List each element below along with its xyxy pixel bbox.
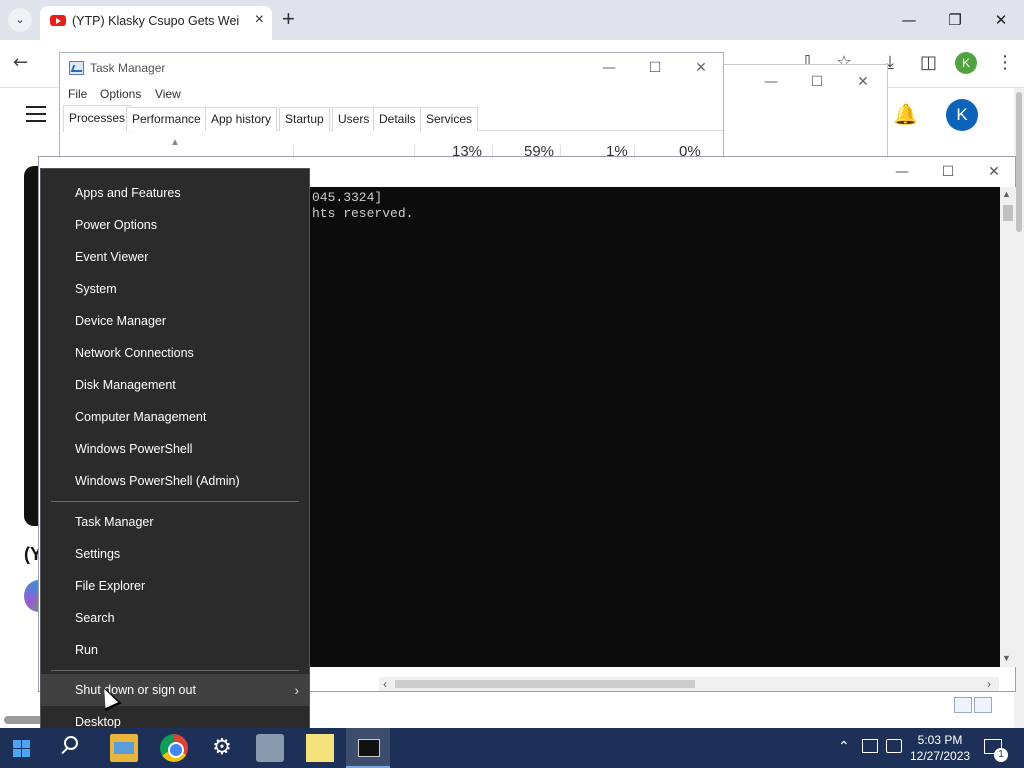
notifications-bell-icon[interactable]: 🔔	[893, 102, 918, 127]
tiles-view-icon[interactable]	[974, 697, 992, 713]
device-manager-icon[interactable]	[256, 734, 284, 762]
background-window: — ☐ ✕	[722, 64, 888, 160]
browser-tab[interactable]: (YTP) Klasky Csupo Gets Weirder ×	[40, 6, 272, 40]
clock-date: 12/27/2023	[910, 749, 971, 763]
notification-count-badge: 1	[994, 748, 1008, 762]
scrollbar-thumb[interactable]	[395, 680, 695, 688]
network-icon[interactable]	[862, 739, 878, 753]
menu-item-run[interactable]: Run	[41, 634, 309, 666]
show-hidden-icons-chevron-icon[interactable]: ⌃	[838, 738, 850, 755]
tab-details[interactable]: Details	[373, 107, 422, 131]
file-explorer-icon[interactable]	[110, 734, 138, 762]
tab-performance[interactable]: Performance	[126, 107, 207, 131]
horizontal-scrollbar[interactable]: ‹ ›	[379, 677, 999, 691]
maximize-button[interactable]: ☐	[794, 69, 840, 95]
scrollbar-thumb[interactable]	[1003, 205, 1013, 221]
menu-item-search[interactable]: Search	[41, 602, 309, 634]
horizontal-scrollbar[interactable]	[4, 716, 44, 724]
menu-item-power-options[interactable]: Power Options	[41, 209, 309, 241]
tab-startup[interactable]: Startup	[279, 107, 330, 131]
youtube-avatar[interactable]: K	[946, 99, 978, 131]
maximize-button[interactable]: ☐	[632, 55, 678, 81]
console-scrollbar[interactable]: ▲ ▼	[1000, 187, 1016, 667]
browser-tab-bar: ⌄ (YTP) Klasky Csupo Gets Weirder × + — …	[0, 0, 1024, 40]
tab-users[interactable]: Users	[332, 107, 376, 131]
task-manager-titlebar[interactable]: Task Manager — ☐ ✕	[60, 53, 723, 83]
winx-context-menu: Apps and Features Power Options Event Vi…	[40, 168, 310, 746]
menu-item-shut-down-or-sign-out[interactable]: Shut down or sign out ›	[41, 674, 309, 706]
command-prompt-taskbar-icon[interactable]	[346, 728, 390, 768]
more-menu-icon[interactable]: ⋮	[996, 52, 1014, 73]
task-manager-window: Task Manager — ☐ ✕ File Options View Pro…	[59, 52, 724, 161]
side-panel-icon[interactable]: ◫	[920, 52, 937, 73]
scroll-right-arrow-icon[interactable]: ›	[987, 677, 991, 691]
submenu-arrow-icon: ›	[294, 682, 299, 698]
clock-time: 5:03 PM	[917, 733, 963, 747]
menu-item-windows-powershell[interactable]: Windows PowerShell	[41, 433, 309, 465]
menu-item-event-viewer[interactable]: Event Viewer	[41, 241, 309, 273]
profile-avatar[interactable]: K	[955, 52, 977, 74]
maximize-button[interactable]: ☐	[925, 159, 971, 185]
minimize-button[interactable]: —	[586, 55, 632, 81]
chrome-icon[interactable]	[160, 734, 188, 762]
menu-item-disk-management[interactable]: Disk Management	[41, 369, 309, 401]
menu-options[interactable]: Options	[100, 87, 141, 101]
scroll-up-arrow-icon[interactable]: ▲	[1002, 189, 1011, 199]
new-tab-button[interactable]: +	[282, 6, 295, 32]
console-line: 045.3324]	[312, 190, 383, 205]
notepad-icon[interactable]	[306, 734, 334, 762]
minimize-button[interactable]: —	[886, 4, 932, 36]
start-windows-icon[interactable]	[13, 740, 30, 757]
close-tab-icon[interactable]: ×	[255, 11, 264, 29]
menu-file[interactable]: File	[68, 87, 87, 101]
menu-item-computer-management[interactable]: Computer Management	[41, 401, 309, 433]
youtube-favicon-icon	[50, 15, 66, 26]
menu-item-system[interactable]: System	[41, 273, 309, 305]
search-icon[interactable]	[58, 734, 86, 762]
console-line: hts reserved.	[312, 206, 414, 221]
menu-bar: File Options View	[60, 83, 723, 105]
close-button[interactable]: ✕	[971, 159, 1017, 185]
menu-view[interactable]: View	[155, 87, 181, 101]
menu-item-device-manager[interactable]: Device Manager	[41, 305, 309, 337]
menu-item-apps-and-features[interactable]: Apps and Features	[41, 177, 309, 209]
tab-app-history[interactable]: App history	[205, 107, 278, 131]
minimize-button[interactable]: —	[879, 159, 925, 185]
tab-search-chevron-icon[interactable]: ⌄	[8, 8, 32, 32]
menu-separator	[51, 670, 299, 671]
menu-item-label: Shut down or sign out	[75, 683, 196, 697]
menu-separator	[51, 501, 299, 502]
details-view-icon[interactable]	[954, 697, 972, 713]
close-button[interactable]: ✕	[840, 69, 886, 95]
minimize-button[interactable]: —	[748, 69, 794, 95]
restore-button[interactable]: ❐	[932, 4, 978, 36]
settings-gear-icon[interactable]: ⚙	[208, 734, 236, 762]
tab-strip: Processes Performance App history Startu…	[63, 105, 723, 132]
menu-item-settings[interactable]: Settings	[41, 538, 309, 570]
tab-processes[interactable]: Processes	[63, 105, 132, 132]
tab-services[interactable]: Services	[420, 107, 479, 131]
menu-item-task-manager[interactable]: Task Manager	[41, 506, 309, 538]
window-title: Task Manager	[90, 61, 166, 75]
scroll-down-arrow-icon[interactable]: ▼	[1002, 653, 1011, 663]
close-window-button[interactable]: ✕	[978, 4, 1024, 36]
scroll-left-arrow-icon[interactable]: ‹	[383, 677, 387, 691]
hamburger-menu-icon[interactable]	[26, 106, 46, 122]
tab-title: (YTP) Klasky Csupo Gets Weirder	[72, 14, 240, 28]
close-button[interactable]: ✕	[678, 55, 724, 81]
view-toggle	[954, 697, 994, 716]
sort-caret-icon[interactable]: ▲	[170, 137, 180, 148]
menu-item-windows-powershell-admin[interactable]: Windows PowerShell (Admin)	[41, 465, 309, 497]
taskbar: ⚙ ⌃ 5:03 PM 12/27/2023 1	[0, 728, 1024, 768]
menu-item-network-connections[interactable]: Network Connections	[41, 337, 309, 369]
volume-muted-icon[interactable]	[886, 739, 902, 753]
menu-item-file-explorer[interactable]: File Explorer	[41, 570, 309, 602]
back-arrow-icon[interactable]: ←	[13, 52, 28, 73]
system-clock[interactable]: 5:03 PM 12/27/2023	[910, 732, 970, 764]
task-manager-app-icon	[69, 61, 84, 75]
